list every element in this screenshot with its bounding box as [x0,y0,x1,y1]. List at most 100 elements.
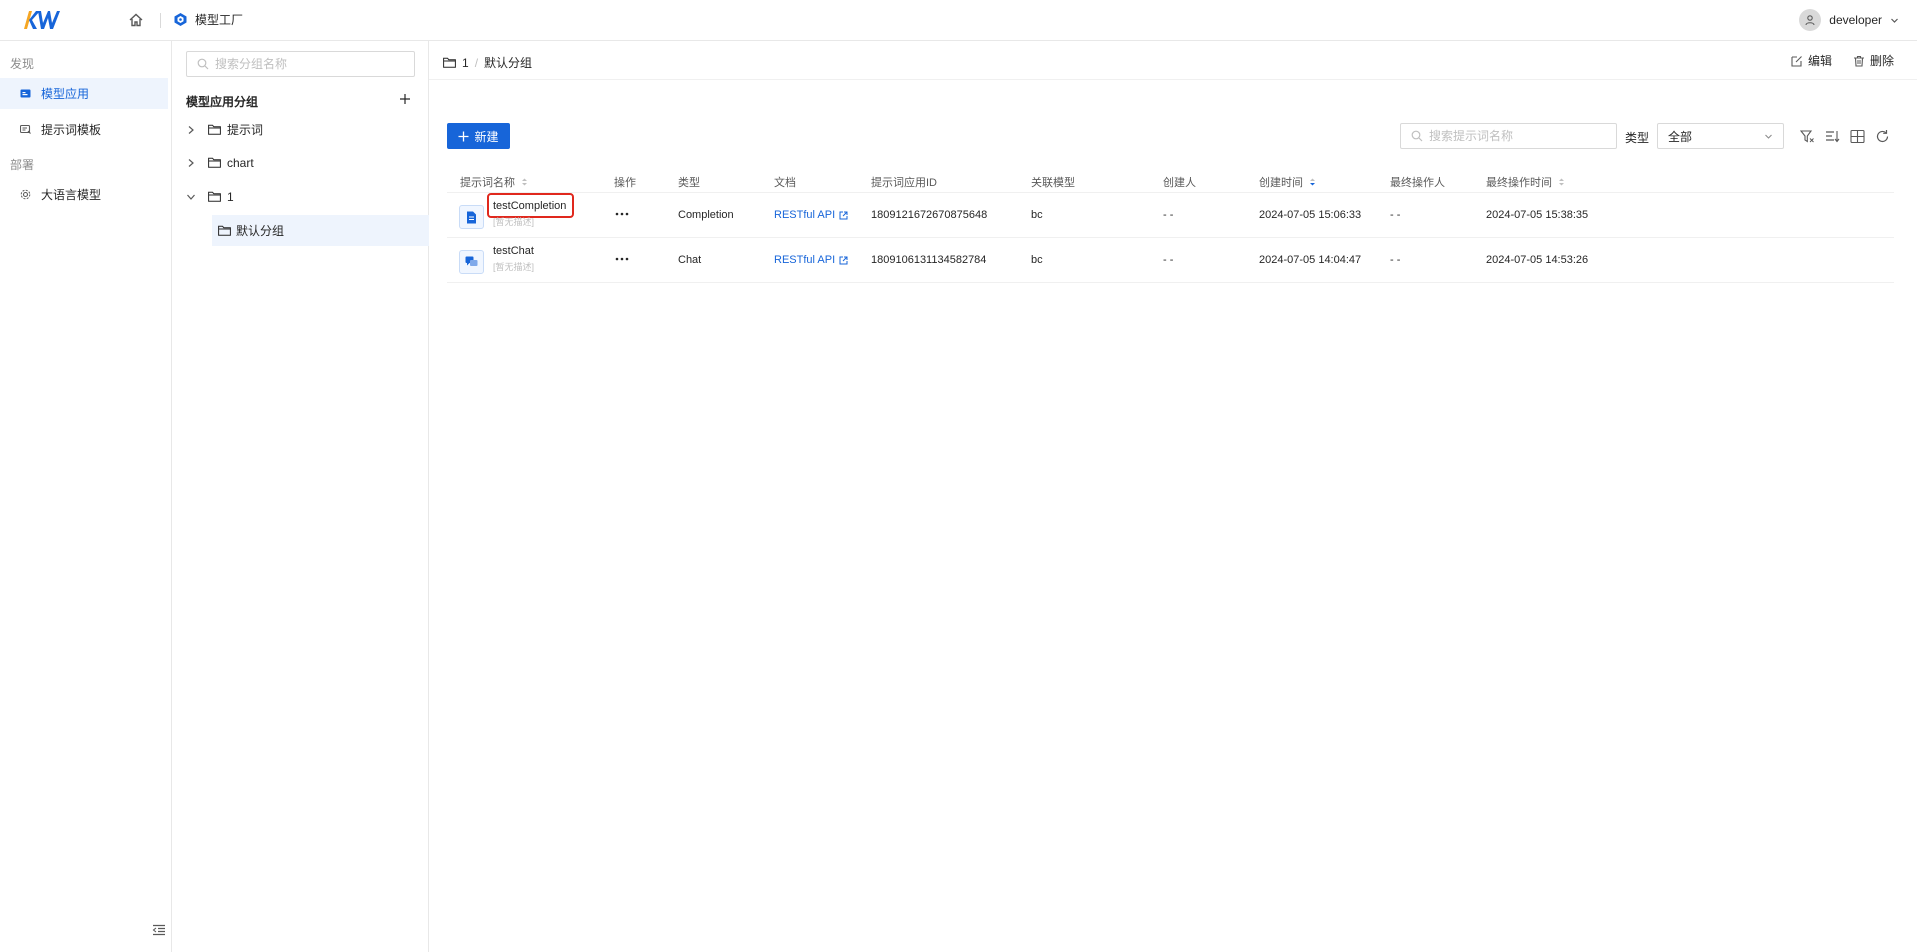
col-last-operator: 最终操作人 [1390,177,1445,189]
user-menu[interactable]: developer [1799,9,1899,31]
prompt-name[interactable]: testChat [493,245,534,257]
chevron-right-icon[interactable] [186,158,196,168]
tree-item-default-group[interactable]: 默认分组 [212,215,429,246]
prompt-created: 2024-07-05 14:04:47 [1259,254,1362,266]
nav-group-deploy: 部署 [10,158,35,172]
trash-icon [1853,55,1865,67]
sort-icon[interactable] [521,177,528,187]
prompt-desc: [暂无描述] [493,262,535,272]
col-last-time[interactable]: 最终操作时间 [1486,174,1565,190]
prompt-search-input[interactable] [1429,129,1609,143]
search-icon [197,58,209,70]
table-row[interactable]: testChat [暂无描述] Chat RESTful API 1809106… [447,238,1894,283]
prompt-created: 2024-07-05 15:06:33 [1259,209,1362,221]
chevron-right-icon[interactable] [186,125,196,135]
restful-api-link[interactable]: RESTful API [774,209,848,221]
chevron-down-icon[interactable] [186,192,196,202]
chevron-down-icon [1890,16,1899,25]
app-switcher[interactable]: 模型工厂 [173,11,243,28]
tree-item-label: chart [227,155,254,170]
nav-item-prompt-template[interactable]: 提示词模板 [0,114,168,145]
nav-item-model-app[interactable]: 模型应用 [0,78,168,109]
top-divider [160,13,161,28]
prompt-app-id: 1809106131134582784 [871,254,987,266]
folder-icon [443,57,456,68]
col-name-label: 提示词名称 [460,177,515,189]
prompt-type: Completion [678,209,734,221]
breadcrumb: 1 / 默认分组 [443,54,532,71]
sort-desc-icon[interactable] [1309,177,1316,187]
chat-icon [459,250,484,274]
nav-item-llm[interactable]: 大语言模型 [0,179,168,210]
breadcrumb-parent[interactable]: 1 [462,56,469,70]
top-bar: 模型工厂 developer [0,0,1917,41]
nav-group-discover: 发现 [10,57,35,71]
username: developer [1829,13,1882,27]
model-app-icon [20,88,31,99]
type-filter-value: 全部 [1668,129,1693,144]
prompt-name[interactable]: testCompletion [493,200,566,212]
folder-icon [208,157,221,168]
external-link-icon [839,211,848,220]
nav-item-label: 提示词模板 [41,123,102,137]
group-search-input[interactable] [215,57,405,71]
col-docs: 文档 [774,177,796,189]
group-panel: 模型应用分组 提示词 chart 1 默认分组 [172,41,429,952]
new-button[interactable]: 新建 [447,123,510,149]
collapse-menu-icon[interactable] [152,923,166,937]
nav-item-label: 模型应用 [41,87,90,101]
type-filter-label: 类型 [1625,131,1650,145]
table-header: 提示词名称 操作 类型 文档 提示词应用ID 关联模型 创建人 创建时间 最终操… [447,168,1894,193]
avatar [1799,9,1822,31]
tree-item-prompt[interactable]: 提示词 [172,114,429,145]
tree-item-label: 默认分组 [236,224,285,238]
restful-api-label: RESTful API [774,209,836,221]
prompt-model: bc [1031,209,1043,221]
more-actions-icon[interactable] [615,211,629,217]
delete-label: 删除 [1870,54,1895,68]
breadcrumb-separator: / [474,55,479,70]
restful-api-label: RESTful API [774,254,836,266]
group-search[interactable] [186,51,415,77]
col-name[interactable]: 提示词名称 [460,174,528,190]
tree-item-label: 1 [227,189,234,204]
home-icon[interactable] [128,12,144,28]
prompt-template-icon [20,124,31,135]
prompt-type: Chat [678,254,702,266]
app-name: 模型工厂 [195,13,244,27]
prompt-creator: - - [1163,254,1174,266]
prompt-creator: - - [1163,209,1174,221]
chevron-down-icon [1764,132,1773,141]
sort-icon[interactable] [1825,129,1840,144]
col-creator: 创建人 [1163,177,1196,189]
col-created[interactable]: 创建时间 [1259,174,1316,190]
prompt-search[interactable] [1400,123,1617,149]
column-settings-icon[interactable] [1850,129,1865,144]
refresh-icon[interactable] [1875,129,1890,144]
table-row[interactable]: testCompletion [暂无描述] Completion RESTful… [447,193,1894,238]
delete-button[interactable]: 删除 [1853,52,1894,69]
group-panel-title: 模型应用分组 [186,95,259,109]
filter-icon[interactable] [1800,129,1815,144]
tree-item-1[interactable]: 1 [172,181,429,212]
col-created-label: 创建时间 [1259,177,1303,189]
sort-icon[interactable] [1558,177,1565,187]
type-filter-select[interactable]: 全部 [1657,123,1784,149]
col-app-id: 提示词应用ID [871,177,937,189]
col-type: 类型 [678,177,700,189]
prompt-model: bc [1031,254,1043,266]
model-factory-icon [173,12,188,27]
prompt-last-time: 2024-07-05 14:53:26 [1486,254,1589,266]
col-ops: 操作 [614,177,636,189]
edit-button[interactable]: 编辑 [1791,52,1832,69]
restful-api-link[interactable]: RESTful API [774,254,848,266]
add-group-icon[interactable] [398,92,412,106]
prompt-last-time: 2024-07-05 15:38:35 [1486,209,1589,221]
tree-item-label: 提示词 [227,123,264,137]
nav-item-label: 大语言模型 [41,188,102,202]
llm-icon [20,189,31,200]
edit-label: 编辑 [1808,54,1833,68]
kw-logo[interactable] [22,8,62,32]
tree-item-chart[interactable]: chart [172,147,429,178]
more-actions-icon[interactable] [615,256,629,262]
